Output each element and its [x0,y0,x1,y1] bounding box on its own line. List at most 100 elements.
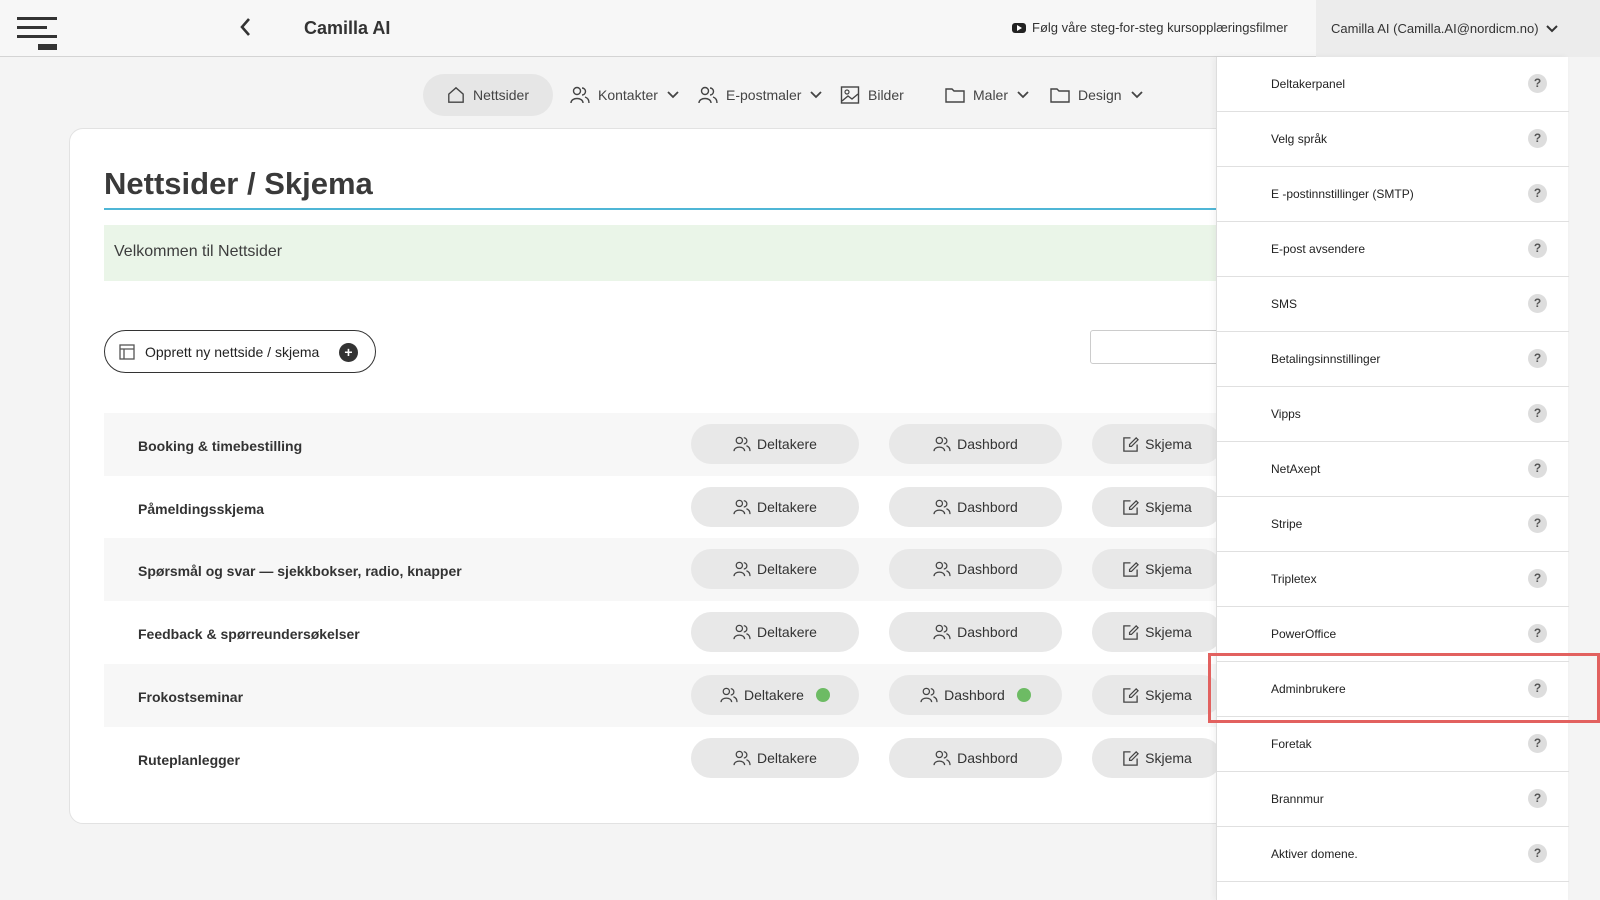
form-label: Skjema [1145,499,1192,515]
row-title[interactable]: Spørsmål og svar — sjekkbokser, radio, k… [138,563,462,579]
help-icon[interactable]: ? [1528,404,1547,423]
row-title[interactable]: Påmeldingsskjema [138,501,264,517]
dropdown-item-label: E-post avsendere [1271,242,1366,256]
dashboard-button[interactable]: Dashbord [889,738,1062,778]
search-input[interactable] [1090,330,1220,364]
create-page-label: Opprett ny nettside / skjema [145,343,320,360]
participants-button[interactable]: Deltakere [691,738,859,778]
dropdown-item-poweroffice[interactable]: PowerOffice? [1217,607,1569,662]
dropdown-item-label: Velg språk [1271,132,1328,146]
table-row: Feedback & spørreundersøkelser Deltakere D… [104,601,1222,664]
nav-bilder[interactable]: Bilder [840,74,904,116]
nav-e-postmaler[interactable]: E-postmaler [698,74,823,116]
dropdown-item-velg-språk[interactable]: Velg språk? [1217,112,1569,167]
nav-nettsider[interactable]: Nettsider [423,74,553,116]
participants-button[interactable]: Deltakere [691,487,859,527]
dropdown-item-stripe[interactable]: Stripe? [1217,497,1569,552]
tutorial-videos-label: Følg våre steg-for-steg kursopplæringsfi… [1032,20,1288,35]
dropdown-item-e-post-avsendere[interactable]: E-post avsendere? [1217,222,1569,277]
help-icon[interactable]: ? [1528,734,1547,753]
users-icon [698,86,718,104]
help-icon[interactable]: ? [1528,184,1547,203]
dashboard-button[interactable]: Dashbord [889,612,1062,652]
dropdown-item-label: Adminbrukere [1271,682,1346,696]
participants-label: Deltakere [744,687,804,703]
welcome-banner: Velkommen til Nettsider [104,225,1216,281]
dropdown-item-label: Tripletex [1271,572,1317,586]
help-icon[interactable]: ? [1528,789,1547,808]
dashboard-button[interactable]: Dashbord [889,549,1062,589]
nav-kontakter[interactable]: Kontakter [570,74,680,116]
users-icon [933,561,951,577]
dropdown-item-tripletex[interactable]: Tripletex? [1217,552,1569,607]
help-icon[interactable]: ? [1528,569,1547,588]
participants-label: Deltakere [757,624,817,640]
participants-button[interactable]: Deltakere [691,424,859,464]
dashboard-button[interactable]: Dashbord [889,487,1062,527]
help-icon[interactable]: ? [1528,679,1547,698]
form-label: Skjema [1145,750,1192,766]
dropdown-item-sms[interactable]: SMS? [1217,277,1569,332]
layout-icon [119,343,135,360]
dropdown-item-label: NetAxept [1271,462,1321,476]
edit-icon [1123,687,1140,703]
dropdown-item-adminbrukere[interactable]: Adminbrukere? [1217,662,1569,717]
dashboard-button[interactable]: Dashbord [889,424,1062,464]
status-dot [815,688,830,702]
page-title: Nettsider / Skjema [104,166,373,201]
users-icon [733,436,751,452]
help-icon[interactable]: ? [1528,624,1547,643]
participants-button[interactable]: Deltakere [691,612,859,652]
back-icon[interactable] [238,16,258,40]
form-button[interactable]: Skjema [1092,549,1222,589]
form-button[interactable]: Skjema [1092,675,1222,715]
dropdown-item-label: Vipps [1271,407,1301,421]
menu-icon[interactable] [17,17,57,51]
help-icon[interactable]: ? [1528,74,1547,93]
form-button[interactable]: Skjema [1092,487,1222,527]
dropdown-item-aktiver-domene[interactable]: Aktiver domene.? [1217,827,1569,882]
users-icon [920,687,938,703]
help-icon[interactable]: ? [1528,239,1547,258]
help-icon[interactable]: ? [1528,129,1547,148]
dashboard-button[interactable]: Dashbord [889,675,1062,715]
title-divider [104,208,1216,210]
create-page-button[interactable]: Opprett ny nettside / skjema + [104,330,376,373]
dropdown-item-betalingsinnstillinger[interactable]: Betalingsinnstillinger? [1217,332,1569,387]
dropdown-item-vipps[interactable]: Vipps? [1217,387,1569,442]
dropdown-item-label: SMS [1271,297,1298,311]
help-icon[interactable]: ? [1528,844,1547,863]
chevron-down-icon [1017,91,1029,99]
nav-design[interactable]: Design [1050,74,1144,116]
form-button[interactable]: Skjema [1092,424,1222,464]
edit-icon [1123,624,1140,640]
dropdown-item-brannmur[interactable]: Brannmur? [1217,772,1569,827]
dropdown-item-foretak[interactable]: Foretak? [1217,717,1569,772]
nav-maler[interactable]: Maler [945,74,1030,116]
tutorial-videos-link[interactable]: Følg våre steg-for-steg kursopplæringsfi… [1012,20,1288,35]
dropdown-item-netaxept[interactable]: NetAxept? [1217,442,1569,497]
help-icon[interactable]: ? [1528,349,1547,368]
users-icon [933,436,951,452]
dropdown-item-deltakerpanel[interactable]: Deltakerpanel? [1217,57,1569,112]
home-icon [448,86,464,103]
chevron-down-icon [1130,91,1143,99]
row-title[interactable]: Frokostseminar [138,689,243,705]
help-icon[interactable]: ? [1528,294,1547,313]
participants-button[interactable]: Deltakere [691,549,859,589]
row-title[interactable]: Feedback & spørreundersøkelser [138,626,360,642]
folder-icon [945,88,965,103]
participants-button[interactable]: Deltakere [691,675,859,715]
form-button[interactable]: Skjema [1092,738,1222,778]
row-title[interactable]: Ruteplanlegger [138,752,240,768]
form-button[interactable]: Skjema [1092,612,1222,652]
help-icon[interactable]: ? [1528,514,1547,533]
user-menu-button[interactable]: Camilla AI (Camilla.AI@nordicm.no) [1316,0,1600,57]
dashboard-label: Dashbord [957,624,1018,640]
row-title[interactable]: Booking & timebestilling [138,438,302,454]
help-icon[interactable]: ? [1528,459,1547,478]
users-icon [733,561,751,577]
edit-icon [1123,436,1140,452]
dropdown-item-e-postinnstillinger-smtp[interactable]: E -postinnstillinger (SMTP)? [1217,167,1569,222]
nav-maler-label: Maler [973,87,1009,103]
